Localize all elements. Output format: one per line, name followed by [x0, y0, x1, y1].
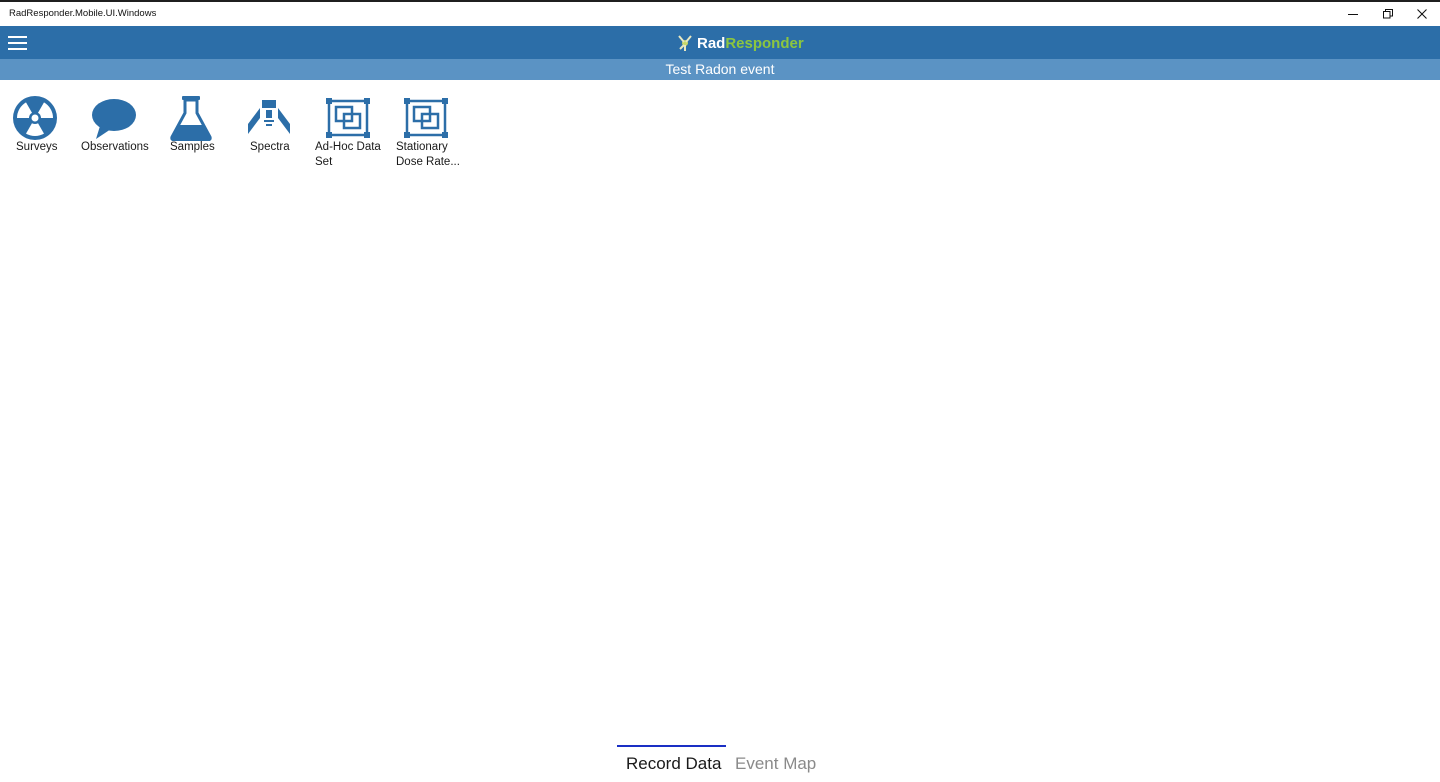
tile-label-stationary-line1: Stationary [396, 141, 448, 153]
tile-label-surveys: Surveys [16, 141, 58, 153]
bottom-tab-bar: Record Data Event Map [0, 740, 1440, 782]
logo-text-rad: Rad [697, 34, 726, 52]
window-title: RadResponder.Mobile.UI.Windows [9, 8, 157, 19]
speech-bubble-icon [90, 94, 138, 142]
event-bar: Test Radon event [0, 59, 1440, 80]
logo-icon [678, 35, 692, 51]
active-tab-indicator [617, 745, 726, 747]
dataset-icon [324, 94, 372, 142]
minimize-icon[interactable] [1336, 2, 1370, 26]
tile-surveys[interactable]: Surveys [0, 92, 76, 176]
hamburger-menu-icon[interactable] [8, 34, 28, 52]
tab-record-data[interactable]: Record Data [626, 754, 721, 774]
app-header: Rad Responder [0, 26, 1440, 59]
record-data-tiles: Surveys Observations Samples Spectra Ad-… [0, 92, 480, 182]
tile-label-ad-hoc-line2: Set [315, 156, 333, 168]
flask-icon [167, 94, 215, 142]
radiation-icon [11, 94, 59, 142]
tile-observations[interactable]: Observations [78, 92, 154, 176]
tile-label-stationary-dose-rate: Stationary Dose Rate... [396, 140, 460, 170]
tile-stationary-dose-rate[interactable]: Stationary Dose Rate... [390, 92, 466, 176]
detector-icon [245, 94, 293, 142]
logo-text-responder: Responder [725, 34, 804, 52]
dataset-icon [402, 94, 450, 142]
tab-event-map[interactable]: Event Map [735, 754, 816, 774]
close-icon[interactable] [1405, 2, 1439, 26]
tile-label-stationary-line2: Dose Rate... [396, 156, 460, 168]
tile-spectra[interactable]: Spectra [234, 92, 310, 176]
radresponder-logo: Rad Responder [676, 32, 804, 54]
tile-label-ad-hoc-data-set: Ad-Hoc Data Set [315, 140, 381, 170]
tile-label-spectra: Spectra [250, 141, 290, 153]
tile-label-samples: Samples [170, 141, 215, 153]
tile-samples[interactable]: Samples [156, 92, 232, 176]
tile-label-ad-hoc-line1: Ad-Hoc Data [315, 141, 381, 153]
restore-icon[interactable] [1371, 2, 1405, 26]
window-titlebar: RadResponder.Mobile.UI.Windows [0, 0, 1440, 26]
event-title: Test Radon event [665, 61, 775, 77]
tile-ad-hoc-data-set[interactable]: Ad-Hoc Data Set [312, 92, 388, 176]
tile-label-observations: Observations [81, 141, 149, 153]
